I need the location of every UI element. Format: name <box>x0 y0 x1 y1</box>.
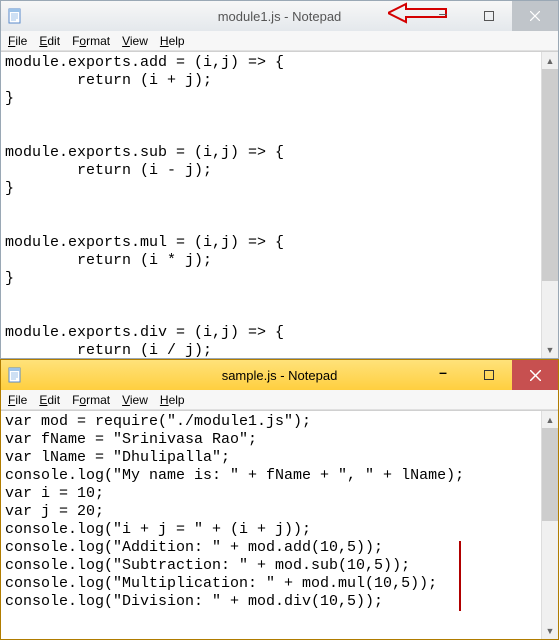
scroll-thumb[interactable] <box>542 69 558 281</box>
titlebar[interactable]: module1.js - Notepad – <box>1 1 558 31</box>
scroll-up-icon[interactable]: ▲ <box>542 52 558 69</box>
menu-file[interactable]: File <box>3 33 32 49</box>
vertical-scrollbar[interactable]: ▲ ▼ <box>541 52 558 358</box>
menubar: File Edit Format View Help <box>1 390 558 410</box>
titlebar[interactable]: sample.js - Notepad – <box>1 360 558 390</box>
menu-view[interactable]: View <box>117 392 153 408</box>
maximize-button[interactable] <box>466 360 512 390</box>
scroll-thumb[interactable] <box>542 428 558 521</box>
notepad-window-module1: module1.js - Notepad – File Edit Format … <box>0 0 559 359</box>
menubar: File Edit Format View Help <box>1 31 558 51</box>
menu-format[interactable]: Format <box>67 392 115 408</box>
close-button[interactable] <box>512 1 558 31</box>
text-area[interactable]: var mod = require("./module1.js"); var f… <box>1 410 558 639</box>
menu-help[interactable]: Help <box>155 392 190 408</box>
editor-content: var mod = require("./module1.js"); var f… <box>1 411 558 613</box>
notepad-icon <box>7 8 23 24</box>
text-area[interactable]: module.exports.add = (i,j) => { return (… <box>1 51 558 358</box>
menu-edit[interactable]: Edit <box>34 392 65 408</box>
notepad-icon <box>7 367 23 383</box>
menu-file[interactable]: File <box>3 392 32 408</box>
annotation-cursor-mark <box>459 541 461 611</box>
scroll-down-icon[interactable]: ▼ <box>542 341 558 358</box>
scroll-track[interactable] <box>542 428 558 622</box>
menu-format[interactable]: Format <box>67 33 115 49</box>
scroll-up-icon[interactable]: ▲ <box>542 411 558 428</box>
scroll-down-icon[interactable]: ▼ <box>542 622 558 639</box>
editor-content: module.exports.add = (i,j) => { return (… <box>1 52 558 358</box>
menu-edit[interactable]: Edit <box>34 33 65 49</box>
notepad-window-sample: sample.js - Notepad – File Edit Format V… <box>0 359 559 640</box>
minimize-button[interactable]: – <box>420 1 466 31</box>
scroll-track[interactable] <box>542 69 558 341</box>
maximize-button[interactable] <box>466 1 512 31</box>
minimize-button[interactable]: – <box>420 360 466 390</box>
menu-help[interactable]: Help <box>155 33 190 49</box>
vertical-scrollbar[interactable]: ▲ ▼ <box>541 411 558 639</box>
menu-view[interactable]: View <box>117 33 153 49</box>
close-button[interactable] <box>512 360 558 390</box>
